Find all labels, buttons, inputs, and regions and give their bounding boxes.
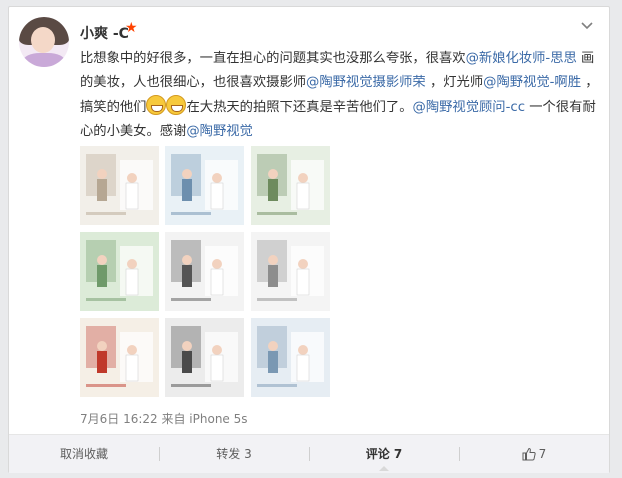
weibo-post-card: 小爽 -C ★ 比想象中的好很多，一直在担心的问题其实也没那么夸张，很喜欢@新娘… — [8, 6, 610, 473]
post-actions: 取消收藏 转发 3 评论 7 7 — [9, 434, 609, 473]
wedding-photo-3[interactable] — [251, 146, 330, 225]
avatar[interactable] — [19, 17, 69, 67]
mention-link[interactable]: @陶野视觉顾问-cc — [413, 100, 526, 115]
wedding-photo-2[interactable] — [165, 146, 244, 225]
mention-link[interactable]: @陶野视觉摄影师荣 — [306, 75, 426, 90]
wedding-photo-7[interactable] — [80, 318, 159, 397]
username[interactable]: 小爽 -C — [80, 23, 129, 43]
post-text-segment: ，灯光师 — [425, 75, 484, 90]
mention-link[interactable]: @新娘化妆师-思思 — [466, 51, 577, 66]
wedding-photo-1[interactable] — [80, 146, 159, 225]
post-text-segment: 在大热天的拍照下还真是辛苦他们了。 — [186, 100, 413, 115]
post-text: 比想象中的好很多，一直在担心的问题其实也没那么夸张，很喜欢@新娘化妆师-思思 画… — [80, 47, 600, 144]
mention-link[interactable]: @陶野视觉-啊胜 — [483, 75, 581, 90]
uncollect-button[interactable]: 取消收藏 — [9, 435, 159, 473]
wedding-photo-5[interactable] — [165, 232, 244, 311]
repost-button[interactable]: 转发 3 — [159, 435, 309, 473]
mention-link[interactable]: @陶野视觉 — [186, 124, 252, 139]
grin-emoji — [146, 95, 167, 115]
like-button[interactable]: 7 — [459, 435, 609, 473]
star-icon: ★ — [125, 20, 138, 36]
post-time[interactable]: 7月6日 16:22 来自 iPhone 5s — [80, 410, 248, 427]
wedding-photo-9[interactable] — [251, 318, 330, 397]
comment-button[interactable]: 评论 7 — [309, 435, 459, 473]
grin-emoji — [166, 95, 187, 115]
wedding-photo-4[interactable] — [80, 232, 159, 311]
wedding-photo-8[interactable] — [165, 318, 244, 397]
chevron-down-icon[interactable] — [579, 17, 595, 33]
thumbs-up-icon — [522, 447, 536, 461]
like-count: 7 — [538, 447, 547, 461]
wedding-photo-6[interactable] — [251, 232, 330, 311]
post-text-segment: 比想象中的好很多，一直在担心的问题其实也没那么夸张，很喜欢 — [80, 51, 466, 66]
